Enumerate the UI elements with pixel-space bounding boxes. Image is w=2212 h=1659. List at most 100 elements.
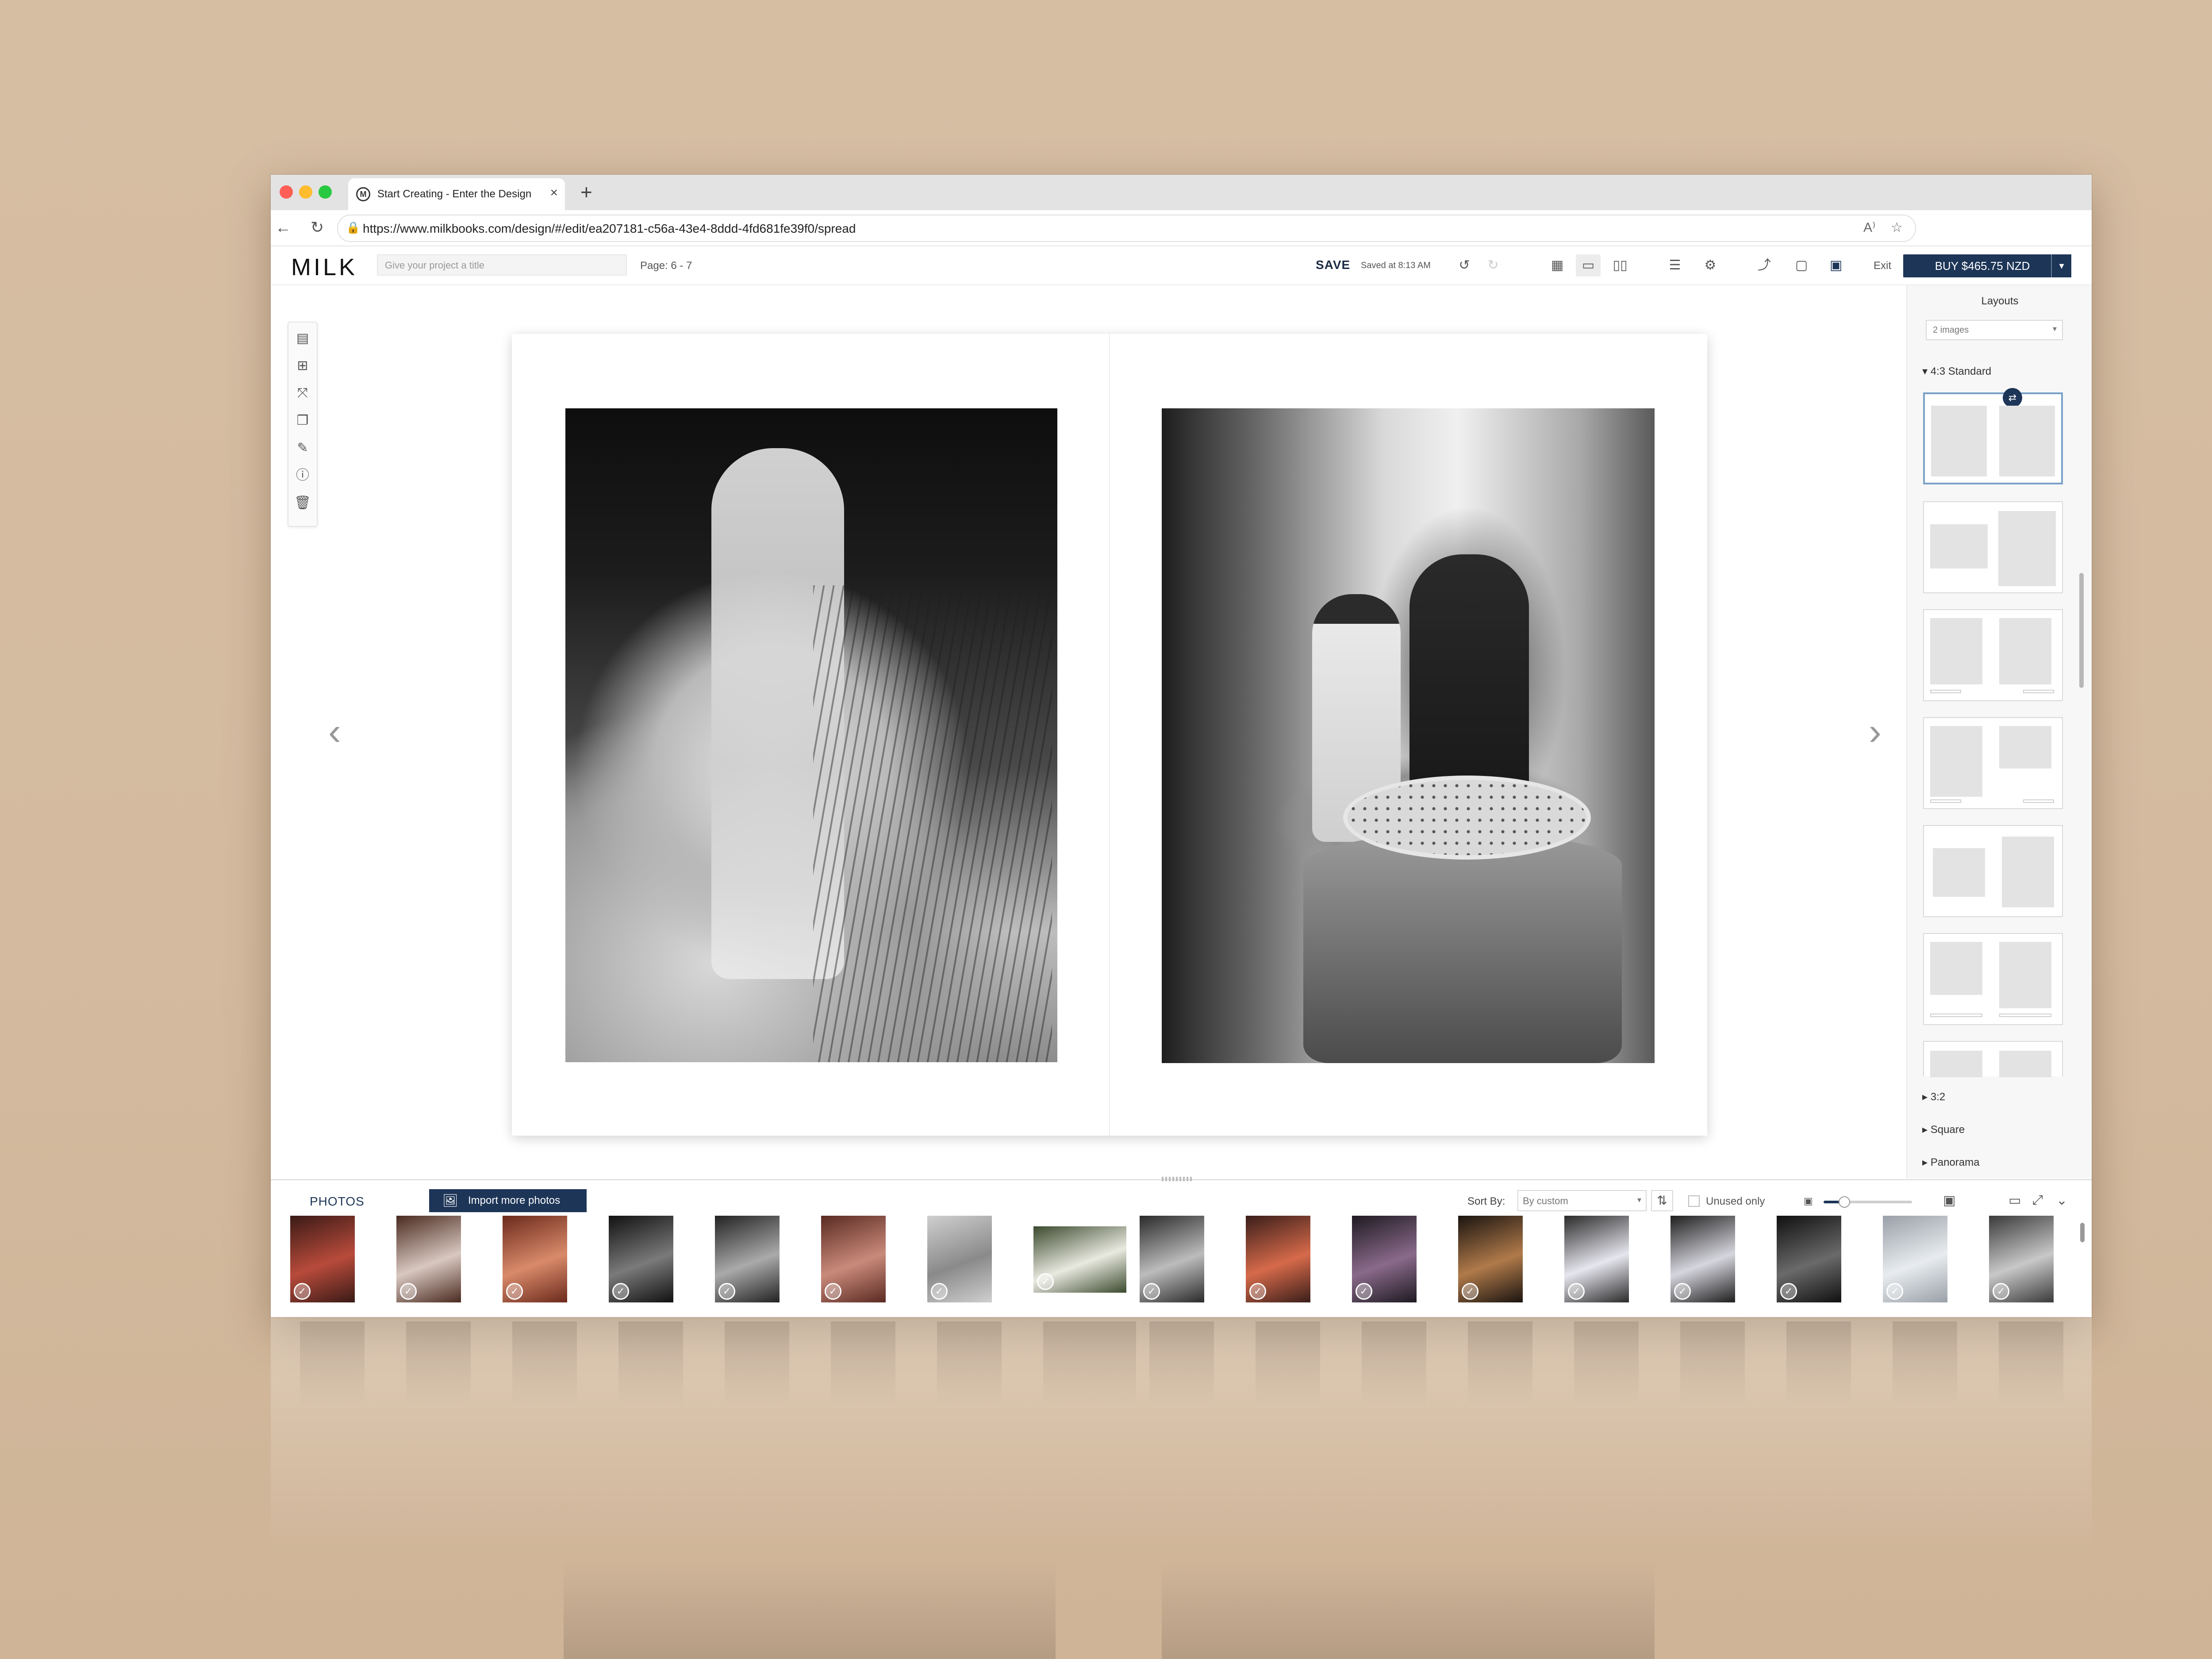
small-thumb-icon[interactable]: ▣ (1804, 1195, 1813, 1207)
layout-option-6[interactable] (1923, 933, 2063, 1025)
close-window-button[interactable] (280, 185, 293, 199)
photo-thumbnail[interactable]: ✓ (609, 1216, 673, 1302)
chevron-down-icon: ▾ (2052, 324, 2057, 333)
undo-icon[interactable]: ↺ (1452, 254, 1477, 276)
photo-thumbnail[interactable]: ✓ (715, 1216, 780, 1302)
next-spread-arrow-icon[interactable]: › (1869, 710, 1882, 754)
settings-gear-icon[interactable]: ⚙ (1698, 254, 1723, 276)
reflection-thumbnail (1256, 1321, 1320, 1406)
swap-icon[interactable]: ⇄ (2003, 388, 2022, 407)
image-count-select[interactable]: 2 images ▾ (1926, 320, 2063, 340)
layout-option-2[interactable] (1923, 501, 2063, 593)
photo-thumbnail[interactable]: ✓ (1140, 1216, 1204, 1302)
text-tool-icon[interactable]: ▤ (293, 329, 312, 348)
add-frame-icon[interactable]: ⊞ (293, 356, 312, 376)
spread-view-icon[interactable]: ▭ (1576, 254, 1601, 276)
photo-thumbnail[interactable]: ✓ (396, 1216, 461, 1302)
back-arrow-icon[interactable]: ← (275, 218, 291, 237)
browser-tab[interactable]: M Start Creating - Enter the Design × (348, 178, 565, 210)
section-panorama[interactable]: ▸ Panorama (1922, 1156, 1979, 1169)
photo-thumbnail[interactable]: ✓ (927, 1216, 992, 1302)
milk-logo[interactable]: MILK (291, 253, 357, 281)
section-label: 4:3 Standard (1930, 365, 1992, 377)
photo-thumbnail[interactable]: ✓ (1671, 1216, 1735, 1302)
reflection-thumbnail (1680, 1321, 1745, 1406)
photo-thumbnail[interactable]: ✓ (1883, 1216, 1947, 1302)
collapse-chevron-icon[interactable]: ⌄ (2056, 1193, 2067, 1208)
sort-direction-icon[interactable]: ⇅ (1651, 1190, 1673, 1211)
read-aloud-icon[interactable]: A⁾ (1863, 220, 1875, 235)
layouts-panel: Layouts 2 images ▾ ▾ 4:3 Standard ⇄ ▸ 3:… (1906, 285, 2092, 1178)
photo-thumbnail[interactable]: ✓ (1989, 1216, 2054, 1302)
photo-thumbnail[interactable]: ✓ (290, 1216, 355, 1302)
check-circle-icon: ✓ (1462, 1283, 1479, 1300)
copy-icon[interactable]: ❐ (293, 411, 312, 430)
photo-thumbnail[interactable]: ✓ (1246, 1216, 1310, 1302)
photos-tab[interactable]: PHOTOS (310, 1194, 365, 1209)
exit-link[interactable]: Exit (1874, 260, 1891, 272)
large-thumb-icon[interactable]: ▣ (1943, 1193, 1955, 1208)
comment-icon[interactable]: ▢ (1789, 254, 1814, 276)
minimize-window-button[interactable] (299, 185, 312, 199)
thumbnail-size-slider[interactable] (1824, 1196, 1912, 1208)
photo-thumbnail[interactable]: ✓ (1564, 1216, 1629, 1302)
info-icon[interactable]: ⓘ (293, 466, 312, 485)
slider-knob[interactable] (1839, 1196, 1850, 1208)
reload-icon[interactable]: ↻ (311, 218, 324, 237)
saved-status: Saved at 8:13 AM (1361, 261, 1431, 270)
maximize-window-button[interactable] (319, 185, 332, 199)
expand-icon[interactable]: ⤢ (2032, 1193, 2043, 1208)
unused-only-label: Unused only (1706, 1195, 1765, 1207)
section-3-2[interactable]: ▸ 3:2 (1922, 1091, 1945, 1103)
check-circle-icon: ✓ (400, 1283, 417, 1300)
fit-photo-icon[interactable]: ⤧ (293, 384, 312, 403)
unused-only-checkbox[interactable] (1688, 1195, 1700, 1207)
layout-option-3[interactable] (1923, 609, 2063, 701)
checklist-icon[interactable]: ☰ (1663, 254, 1687, 276)
photo-thumbnail[interactable]: ✓ (503, 1216, 567, 1302)
layouts-scrollbar[interactable] (2079, 573, 2084, 688)
previous-spread-arrow-icon[interactable]: ‹ (328, 710, 341, 754)
buy-button[interactable]: BUY $465.75 NZD (1903, 254, 2062, 277)
layout-option-1[interactable]: ⇄ (1923, 388, 2063, 484)
url-field[interactable]: 🔒 https://www.milkbooks.com/design/#/edi… (337, 215, 1916, 242)
layout-option-4[interactable] (1923, 717, 2063, 809)
chat-icon[interactable]: ▣ (1824, 254, 1848, 276)
right-page-photo[interactable] (1162, 408, 1655, 1063)
photo-thumbnail[interactable]: ✓ (1352, 1216, 1417, 1302)
section-square[interactable]: ▸ Square (1922, 1123, 1965, 1136)
resize-handle[interactable] (1162, 1177, 1193, 1181)
book-spread (512, 334, 1707, 1136)
photo-thumbnail[interactable]: ✓ (1033, 1226, 1126, 1293)
photo-thumbnail[interactable]: ✓ (821, 1216, 886, 1302)
check-circle-icon: ✓ (825, 1283, 841, 1300)
sort-select[interactable]: By custom ▾ (1517, 1190, 1647, 1211)
buy-options-chevron-icon[interactable]: ▾ (2051, 254, 2071, 277)
redo-icon[interactable]: ↻ (1481, 254, 1505, 276)
check-circle-icon: ✓ (1356, 1283, 1372, 1300)
edit-photo-icon[interactable]: ✎ (293, 438, 312, 458)
project-title-input[interactable]: Give your project a title (377, 254, 627, 276)
page-view-icon[interactable]: ▯▯ (1608, 254, 1632, 276)
lock-icon: 🔒 (346, 221, 361, 234)
photo-thumbnail[interactable]: ✓ (1458, 1216, 1523, 1302)
layout-option-5[interactable] (1923, 825, 2063, 917)
share-icon[interactable]: ⤴ (1752, 254, 1777, 276)
check-circle-icon: ✓ (506, 1283, 523, 1300)
save-button[interactable]: SAVE (1316, 258, 1350, 272)
browser-tab-bar: M Start Creating - Enter the Design × + (271, 175, 2092, 210)
new-tab-icon[interactable]: + (580, 180, 592, 204)
laptop-icon[interactable]: ▭ (2008, 1193, 2021, 1208)
grid-view-icon[interactable]: ▦ (1545, 254, 1570, 276)
reflection-thumbnail (512, 1321, 577, 1406)
left-page-photo[interactable] (565, 408, 1057, 1062)
layout-option-7[interactable] (1923, 1041, 2063, 1077)
trash-icon[interactable]: 🗑 (293, 493, 312, 513)
favorite-star-icon[interactable]: ☆ (1891, 220, 1903, 235)
close-tab-icon[interactable]: × (550, 185, 558, 200)
section-4-3-standard[interactable]: ▾ 4:3 Standard (1922, 365, 1991, 378)
strip-scrollbar[interactable] (2080, 1223, 2085, 1242)
photo-thumbnail[interactable]: ✓ (1777, 1216, 1841, 1302)
import-photos-button[interactable]: 🖼 Import more photos (429, 1189, 587, 1212)
photo-grass (813, 585, 1052, 1062)
